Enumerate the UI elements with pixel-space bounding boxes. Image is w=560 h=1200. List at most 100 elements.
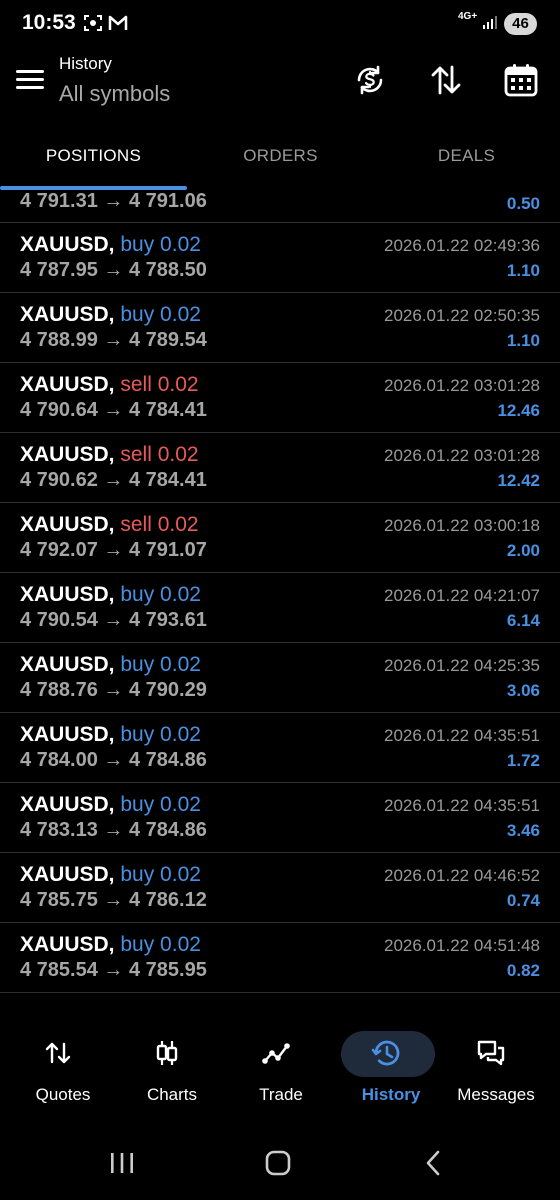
quotes-arrows-icon: [45, 1042, 71, 1064]
position-symbol: XAUUSD,: [20, 933, 115, 956]
list-item[interactable]: XAUUSD, buy 0.02 4 785.75 → 4 786.12 2026.…: [0, 853, 560, 923]
position-symbol: XAUUSD,: [20, 863, 115, 886]
nav-label: Charts: [146, 1085, 198, 1104]
position-time: 2026.01.22 03:00:18: [384, 516, 540, 535]
position-symbol: XAUUSD,: [20, 443, 115, 466]
position-prices: 4 791.31 → 4 791.06: [20, 190, 207, 212]
symbol-filter[interactable]: All symbols: [59, 81, 170, 107]
position-profit: 1.72: [506, 751, 540, 770]
position-profit: 12.42: [497, 471, 540, 490]
position-symbol: XAUUSD,: [20, 793, 115, 816]
nav-messages[interactable]: Messages: [440, 1024, 552, 1114]
position-title: XAUUSD, buy 0.02: [20, 933, 201, 957]
position-time: 2026.01.22 03:01:28: [384, 446, 540, 465]
tab-deals[interactable]: DEALS: [373, 146, 560, 166]
network-type: 4G+: [458, 11, 478, 22]
position-profit: 6.14: [506, 611, 540, 630]
position-profit: 1.10: [506, 261, 540, 280]
currency-sync-icon: [357, 65, 383, 95]
position-time: 2026.01.22 04:46:52: [384, 866, 540, 885]
list-item[interactable]: XAUUSD, sell 0.02 4 790.62 → 4 784.41 2026…: [0, 433, 560, 503]
position-prices: 4 790.54 → 4 793.61: [20, 609, 207, 631]
position-prices: 4 784.00 → 4 784.86: [20, 749, 207, 771]
position-profit: 2.00: [506, 541, 540, 560]
position-title: XAUUSD, buy 0.02: [20, 863, 201, 887]
position-prices: 4 783.13 → 4 784.86: [20, 819, 207, 841]
position-time: 2026.01.22 04:25:35: [384, 656, 540, 675]
position-title: XAUUSD, buy 0.02: [20, 303, 201, 327]
position-prices: 4 785.75 → 4 786.12: [20, 889, 207, 911]
positions-list[interactable]: 4 791.31 → 4 791.06 0.50 XAUUSD, buy 0.0…: [0, 186, 560, 996]
list-item[interactable]: XAUUSD, buy 0.02 4 787.95 → 4 788.50 2026.…: [0, 223, 560, 293]
position-side-volume: buy 0.02: [120, 653, 201, 676]
position-side-volume: sell 0.02: [120, 373, 199, 396]
position-title: XAUUSD, buy 0.02: [20, 653, 201, 677]
calendar-icon: [504, 64, 538, 97]
position-profit: 0.50: [506, 194, 540, 213]
recent-apps-icon[interactable]: [102, 1148, 142, 1178]
list-item[interactable]: XAUUSD, buy 0.02 4 788.99 → 4 789.54 2026.…: [0, 293, 560, 363]
position-symbol: XAUUSD,: [20, 583, 115, 606]
position-prices: 4 785.54 → 4 785.95: [20, 959, 207, 981]
status-time: 10:53: [22, 11, 76, 34]
system-navigation-bar: [0, 1128, 560, 1200]
position-side-volume: sell 0.02: [120, 443, 199, 466]
position-title: XAUUSD, buy 0.02: [20, 233, 201, 257]
position-symbol: XAUUSD,: [20, 653, 115, 676]
currency-sync-button[interactable]: [350, 60, 390, 100]
position-prices: 4 788.76 → 4 790.29: [20, 679, 207, 701]
home-icon[interactable]: [258, 1148, 298, 1178]
nav-trade[interactable]: Trade: [225, 1024, 337, 1114]
nav-quotes[interactable]: Quotes: [7, 1024, 119, 1114]
sort-icon: [431, 65, 461, 95]
bottom-navigation: Quotes Charts Trade History Messages: [0, 1024, 560, 1114]
position-time: 2026.01.22 04:21:07: [384, 586, 540, 605]
position-time: 2026.01.22 03:01:28: [384, 376, 540, 395]
signal-icon: [483, 16, 497, 29]
tab-positions[interactable]: POSITIONS: [0, 146, 187, 166]
position-side-volume: buy 0.02: [120, 793, 201, 816]
position-symbol: XAUUSD,: [20, 303, 115, 326]
list-item[interactable]: 4 791.31 → 4 791.06 0.50: [0, 186, 560, 223]
position-symbol: XAUUSD,: [20, 723, 115, 746]
sort-button[interactable]: [426, 60, 466, 100]
position-side-volume: buy 0.02: [120, 863, 201, 886]
tab-orders[interactable]: ORDERS: [187, 146, 374, 166]
status-bar: 10:53 4G+ 46: [0, 0, 560, 48]
nav-charts[interactable]: Charts: [116, 1024, 228, 1114]
chat-bubbles-icon: [477, 1040, 505, 1066]
list-item[interactable]: XAUUSD, buy 0.02 4 784.00 → 4 784.86 2026.…: [0, 713, 560, 783]
menu-icon[interactable]: [14, 66, 46, 94]
position-time: 2026.01.22 02:49:36: [384, 236, 540, 255]
list-item[interactable]: XAUUSD, buy 0.02 4 783.13 → 4 784.86 2026.…: [0, 783, 560, 853]
list-item[interactable]: XAUUSD, buy 0.02 4 790.54 → 4 793.61 2026.…: [0, 573, 560, 643]
position-prices: 4 790.62 → 4 784.41: [20, 469, 207, 491]
battery-indicator: 46: [504, 13, 537, 35]
position-side-volume: buy 0.02: [120, 303, 201, 326]
position-symbol: XAUUSD,: [20, 373, 115, 396]
nav-label: Quotes: [35, 1085, 91, 1104]
position-title: XAUUSD, buy 0.02: [20, 793, 201, 817]
list-item[interactable]: XAUUSD, buy 0.02 4 785.54 → 4 785.95 2026.…: [0, 923, 560, 993]
list-item[interactable]: XAUUSD, sell 0.02 4 792.07 → 4 791.07 2026…: [0, 503, 560, 573]
app-header: History All symbols: [0, 48, 560, 112]
back-icon[interactable]: [414, 1148, 454, 1178]
position-side-volume: buy 0.02: [120, 233, 201, 256]
candlestick-icon: [156, 1041, 178, 1065]
calendar-button[interactable]: [501, 60, 541, 100]
position-title: XAUUSD, sell 0.02: [20, 443, 199, 467]
history-tabs: POSITIONS ORDERS DEALS: [0, 130, 560, 190]
list-item[interactable]: XAUUSD, buy 0.02 4 788.76 → 4 790.29 2026.…: [0, 643, 560, 713]
position-prices: 4 790.64 → 4 784.41: [20, 399, 207, 421]
position-prices: 4 792.07 → 4 791.07: [20, 539, 207, 561]
trend-line-icon: [262, 1043, 290, 1064]
page-title: History: [59, 54, 112, 73]
list-item[interactable]: XAUUSD, sell 0.02 4 790.64 → 4 784.41 2026…: [0, 363, 560, 433]
nav-label: Trade: [259, 1085, 303, 1104]
position-time: 2026.01.22 02:50:35: [384, 306, 540, 325]
position-profit: 3.46: [506, 821, 540, 840]
position-title: XAUUSD, buy 0.02: [20, 723, 201, 747]
position-title: XAUUSD, sell 0.02: [20, 373, 199, 397]
position-title: XAUUSD, sell 0.02: [20, 513, 199, 537]
nav-history[interactable]: History: [335, 1024, 447, 1114]
